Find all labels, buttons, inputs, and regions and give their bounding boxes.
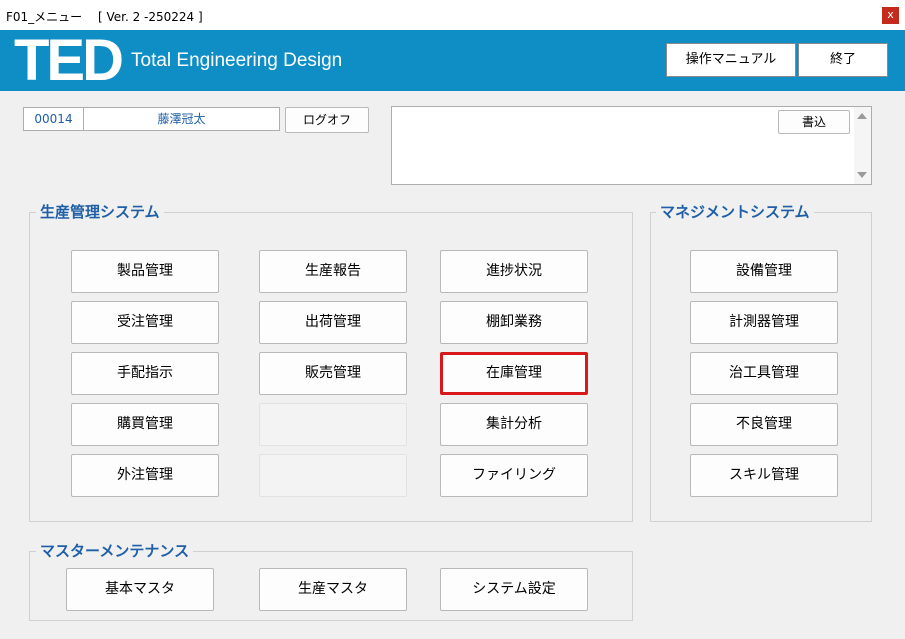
order-management-button[interactable]: 受注管理 <box>71 301 219 344</box>
user-id-field: 00014 <box>23 107 84 131</box>
manual-button[interactable]: 操作マニュアル <box>666 43 796 77</box>
exit-button[interactable]: 終了 <box>798 43 888 77</box>
production-report-button[interactable]: 生産報告 <box>259 250 407 293</box>
basic-master-button[interactable]: 基本マスタ <box>66 568 214 611</box>
close-button[interactable]: x <box>882 7 899 24</box>
production-master-button[interactable]: 生産マスタ <box>259 568 407 611</box>
logoff-button[interactable]: ログオフ <box>285 107 369 133</box>
master-group-title: マスターメンテナンス <box>36 542 194 560</box>
management-group-title: マネジメントシステム <box>656 203 814 221</box>
aggregate-analysis-button[interactable]: 集計分析 <box>440 403 588 446</box>
arrangement-button[interactable]: 手配指示 <box>71 352 219 395</box>
disabled-button <box>259 454 407 497</box>
brand-name: Total Engineering Design <box>131 50 343 71</box>
system-settings-button[interactable]: システム設定 <box>440 568 588 611</box>
scroll-up-icon[interactable] <box>857 113 867 119</box>
window-title: F01_メニュー [ Ver. 2 -250224 ] <box>6 10 203 24</box>
filing-button[interactable]: ファイリング <box>440 454 588 497</box>
outsourcing-management-button[interactable]: 外注管理 <box>71 454 219 497</box>
equipment-management-button[interactable]: 設備管理 <box>690 250 838 293</box>
progress-status-button[interactable]: 進捗状況 <box>440 250 588 293</box>
app-header: TED Total Engineering Design 操作マニュアル 終了 <box>0 30 905 91</box>
scroll-down-icon[interactable] <box>857 172 867 178</box>
ted-logo: TED <box>14 28 124 93</box>
instrument-management-button[interactable]: 計測器管理 <box>690 301 838 344</box>
stock-management-button[interactable]: 在庫管理 <box>440 352 588 395</box>
defect-management-button[interactable]: 不良管理 <box>690 403 838 446</box>
user-name-field: 藤澤冠太 <box>84 107 280 131</box>
sales-management-button[interactable]: 販売管理 <box>259 352 407 395</box>
disabled-button <box>259 403 407 446</box>
write-button[interactable]: 書込 <box>778 110 850 134</box>
purchase-management-button[interactable]: 購買管理 <box>71 403 219 446</box>
inventory-count-button[interactable]: 棚卸業務 <box>440 301 588 344</box>
product-management-button[interactable]: 製品管理 <box>71 250 219 293</box>
shipping-management-button[interactable]: 出荷管理 <box>259 301 407 344</box>
skill-management-button[interactable]: スキル管理 <box>690 454 838 497</box>
memo-scrollbar[interactable] <box>854 107 871 184</box>
tooling-management-button[interactable]: 治工具管理 <box>690 352 838 395</box>
production-group-title: 生産管理システム <box>36 203 164 221</box>
title-bar: F01_メニュー [ Ver. 2 -250224 ] x <box>0 0 905 30</box>
